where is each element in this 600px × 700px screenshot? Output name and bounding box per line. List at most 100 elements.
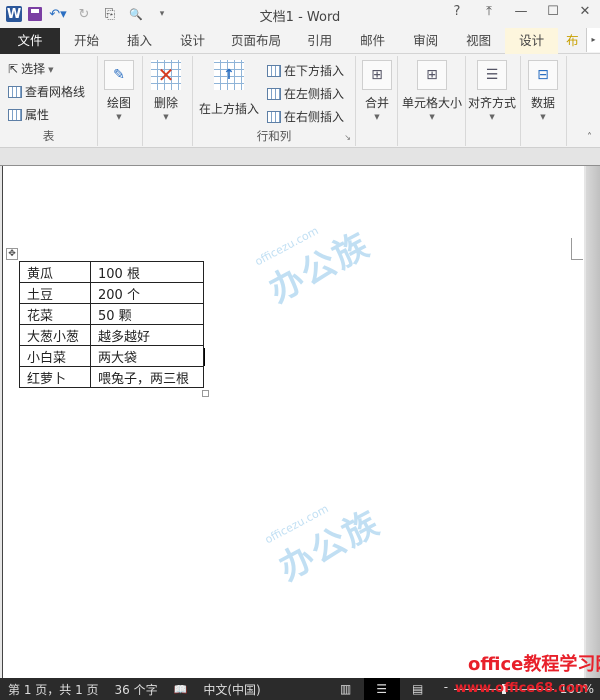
watermark-text: 办公族 xyxy=(262,224,377,311)
pencil-icon: ✎ xyxy=(104,60,134,90)
table-resize-handle[interactable] xyxy=(202,390,209,397)
alignment-label: 对齐方式 xyxy=(468,96,517,110)
select-button[interactable]: ⇱ 选择 ▼ xyxy=(8,60,53,77)
dialog-launcher-icon[interactable]: ↘ xyxy=(344,133,351,142)
table-row: 小白菜 两大袋 xyxy=(19,345,204,367)
draw-label: 绘图 xyxy=(106,96,131,110)
tab-view[interactable]: 视图 xyxy=(452,28,505,54)
table-row: 黄瓜 100 根 xyxy=(19,261,204,283)
cursor-arrow-icon: ⇱ xyxy=(8,61,19,76)
proofing-icon[interactable]: 📖 xyxy=(166,683,196,696)
document-table: 黄瓜 100 根土豆 200 个花菜 50 颗大葱小葱 越多越好 小白菜 两大袋 红萝卜 喂兔子… xyxy=(19,261,204,388)
insert-right-button[interactable]: 在右侧插入 xyxy=(267,108,344,125)
insert-right-icon xyxy=(267,110,281,123)
insert-left-label: 在左侧插入 xyxy=(284,87,345,101)
maximize-button[interactable]: ☐ xyxy=(544,4,562,19)
table-cell-item[interactable]: 花菜 xyxy=(19,303,91,325)
merge-button[interactable]: ⊞ 合并 ▼ xyxy=(362,60,392,121)
insert-below-icon xyxy=(267,64,281,77)
rows-columns-group-label: 行和列 xyxy=(256,129,292,143)
rows-columns-group: ↑ 在上方插入 在下方插入 在左侧插入 在右侧插入 行和列 ↘ xyxy=(193,56,356,146)
properties-icon xyxy=(8,108,22,121)
margin-corner-mark xyxy=(571,238,583,260)
delete-button[interactable]: ✕ 删除 ▼ xyxy=(151,60,181,121)
print-layout-button[interactable]: ☰ xyxy=(363,678,400,700)
tab-references[interactable]: 引用 xyxy=(293,28,346,54)
cell-size-label: 单元格大小 xyxy=(402,96,463,110)
insert-above-button[interactable]: ↑ 在上方插入 xyxy=(199,60,259,117)
tab-home[interactable]: 开始 xyxy=(60,28,113,54)
table-cell-item[interactable]: 红萝卜 xyxy=(19,366,91,388)
page-count[interactable]: 第 1 页，共 1 页 xyxy=(0,681,107,698)
chevron-down-icon: ▼ xyxy=(48,65,54,74)
alignment-icon: ☰ xyxy=(477,60,507,90)
tab-scroll-right-button[interactable]: ▸ xyxy=(586,28,600,52)
tab-page-layout[interactable]: 页面布局 xyxy=(219,28,293,54)
word-count[interactable]: 36 个字 xyxy=(107,681,166,698)
table-cell-item[interactable]: 黄瓜 xyxy=(19,261,91,283)
vertical-scrollbar[interactable] xyxy=(586,166,600,678)
data-button[interactable]: ⊟ 数据 ▼ xyxy=(528,60,558,121)
document-page[interactable]: ✥ officezu.com 办公族 officezu.com 办公族 黄瓜 10… xyxy=(2,166,584,678)
title-bar: W ↶▾ ↻ ⎘ 🔍 ▾ 文档1 - Word ? ⤒ — ☐ ✕ xyxy=(0,0,600,28)
table-cell-quantity[interactable]: 200 个 xyxy=(90,282,204,304)
minimize-button[interactable]: — xyxy=(512,4,530,19)
alignment-button[interactable]: ☰ 对齐方式 ▼ xyxy=(468,60,516,121)
tab-review[interactable]: 审阅 xyxy=(399,28,452,54)
language[interactable]: 中文(中国) xyxy=(195,681,268,698)
watermark: officezu.com 办公族 xyxy=(253,206,377,311)
ruler-strip xyxy=(0,148,600,166)
draw-table-button[interactable]: ✎ 绘图 ▼ xyxy=(104,60,134,121)
delete-group: ✕ 删除 ▼ xyxy=(143,56,193,146)
table-cell-item[interactable]: 大葱小葱 xyxy=(19,324,91,346)
chevron-down-icon: ▼ xyxy=(116,113,122,121)
alignment-group: ☰ 对齐方式 ▼ xyxy=(466,56,521,146)
site-watermark-title: office教程学习网 xyxy=(468,654,600,675)
cell-size-icon: ⊞ xyxy=(417,60,447,90)
delete-table-icon: ✕ xyxy=(151,60,181,90)
table-row: 大葱小葱 越多越好 xyxy=(19,324,204,346)
table-cell-item[interactable]: 小白菜 xyxy=(19,345,91,367)
read-mode-button[interactable]: ▥ xyxy=(328,678,364,700)
help-button[interactable]: ? xyxy=(448,4,466,19)
table-cell-quantity[interactable]: 两大袋 xyxy=(90,345,204,367)
chevron-down-icon: ▼ xyxy=(374,113,380,121)
data-icon: ⊟ xyxy=(528,60,558,90)
table-cell-quantity[interactable]: 喂兔子，两三根 xyxy=(90,366,204,388)
insert-below-button[interactable]: 在下方插入 xyxy=(267,62,344,79)
insert-above-icon: ↑ xyxy=(214,60,244,90)
tab-insert[interactable]: 插入 xyxy=(113,28,166,54)
ribbon: ⇱ 选择 ▼ 查看网格线 属性 表 ✎ 绘图 ▼ ✕ 删除 ▼ ↑ 在上方插入 … xyxy=(0,54,600,148)
properties-button[interactable]: 属性 xyxy=(8,106,49,123)
insert-right-label: 在右侧插入 xyxy=(284,110,345,124)
table-move-handle[interactable]: ✥ xyxy=(6,248,18,260)
delete-label: 删除 xyxy=(153,96,178,110)
text-cursor xyxy=(204,348,205,366)
merge-label: 合并 xyxy=(364,96,389,110)
table-cell-quantity[interactable]: 100 根 xyxy=(90,261,204,283)
web-layout-button[interactable]: ▤ xyxy=(400,678,436,700)
table-cell-item[interactable]: 土豆 xyxy=(19,282,91,304)
document-area: ✥ officezu.com 办公族 officezu.com 办公族 黄瓜 10… xyxy=(0,166,600,678)
view-gridlines-button[interactable]: 查看网格线 xyxy=(8,83,85,100)
insert-left-button[interactable]: 在左侧插入 xyxy=(267,85,344,102)
tab-mailings[interactable]: 邮件 xyxy=(346,28,399,54)
table-cell-quantity[interactable]: 50 颗 xyxy=(90,303,204,325)
tab-table-design[interactable]: 设计 xyxy=(505,28,559,54)
ribbon-display-options-button[interactable]: ⤒ xyxy=(480,4,498,19)
zoom-out-button[interactable]: - xyxy=(444,680,448,694)
table-group: ⇱ 选择 ▼ 查看网格线 属性 表 xyxy=(0,56,98,146)
table-row: 红萝卜 喂兔子，两三根 xyxy=(19,366,204,388)
cell-size-button[interactable]: ⊞ 单元格大小 ▼ xyxy=(402,60,462,121)
close-button[interactable]: ✕ xyxy=(576,4,594,19)
table-cell-quantity[interactable]: 越多越好 xyxy=(90,324,204,346)
select-label: 选择 xyxy=(21,62,46,76)
collapse-ribbon-icon[interactable]: ˄ xyxy=(587,132,592,143)
tab-table-layout[interactable]: 布 xyxy=(558,28,587,54)
chevron-down-icon: ▼ xyxy=(429,113,435,121)
tab-design[interactable]: 设计 xyxy=(166,28,219,54)
tab-file[interactable]: 文件 xyxy=(0,28,60,54)
chevron-down-icon: ▼ xyxy=(163,113,169,121)
gridlines-icon xyxy=(8,85,22,98)
table-row: 花菜 50 颗 xyxy=(19,303,204,325)
